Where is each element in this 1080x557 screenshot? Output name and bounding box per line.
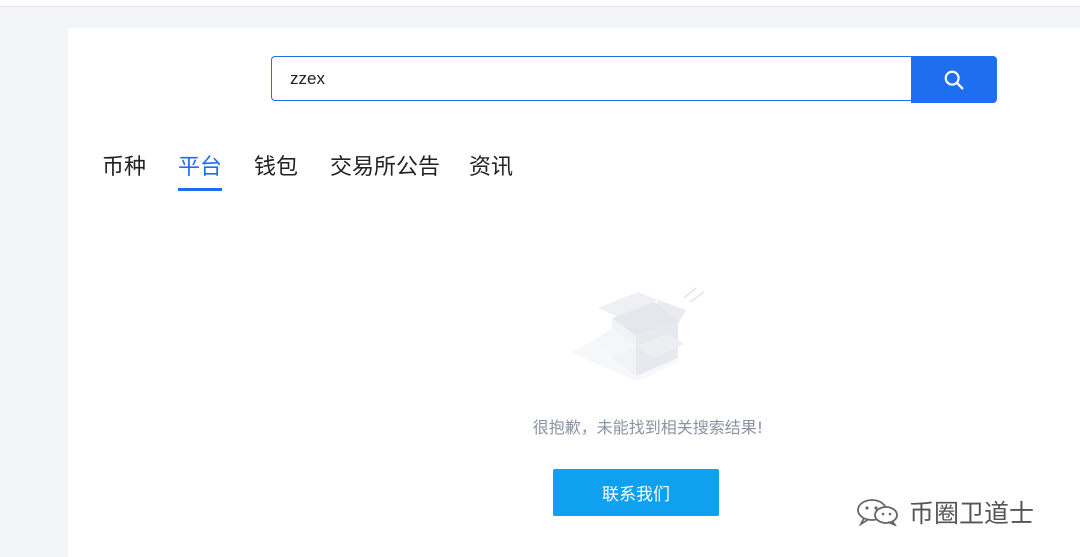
watermark-text: 币圈卫道士	[909, 499, 1035, 528]
search-input[interactable]	[272, 57, 911, 100]
empty-state-message: 很抱歉，未能找到相关搜索结果!	[532, 418, 764, 437]
wechat-icon	[857, 499, 898, 526]
search-results-panel: 币种 平台 钱包 交易所公告 资讯 很抱歉，未能找到	[68, 28, 1080, 557]
top-bar	[0, 0, 1080, 7]
contact-us-button[interactable]: 联系我们	[553, 469, 719, 516]
empty-box-icon	[570, 287, 705, 382]
tab-exchange-announcements[interactable]: 交易所公告	[330, 152, 440, 184]
search-icon	[944, 70, 964, 89]
tab-coin[interactable]: 币种	[102, 152, 146, 184]
tab-platform[interactable]: 平台	[178, 152, 223, 191]
tab-wallet[interactable]: 钱包	[254, 152, 298, 184]
search-box[interactable]	[271, 56, 911, 101]
watermark: 币圈卫道士	[855, 494, 1034, 530]
search-button[interactable]	[911, 56, 997, 103]
tab-news[interactable]: 资讯	[469, 152, 513, 184]
active-tab-indicator	[178, 188, 223, 191]
